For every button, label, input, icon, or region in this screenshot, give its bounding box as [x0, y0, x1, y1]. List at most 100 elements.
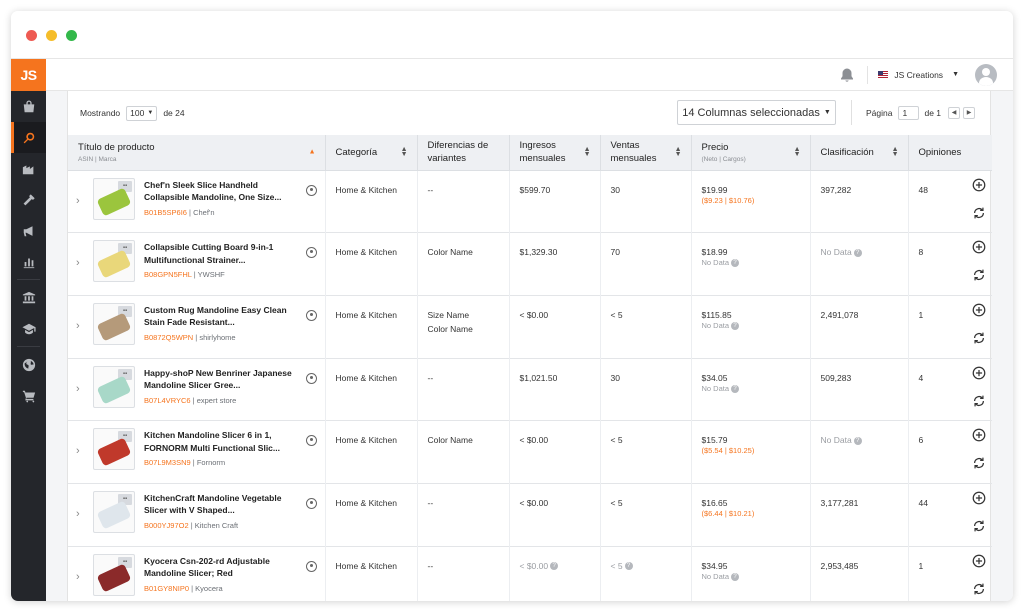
account-switcher[interactable]: JS Creations ▼ — [878, 70, 959, 80]
sidebar-item-megaphone[interactable] — [11, 215, 46, 246]
product-title[interactable]: Collapsible Cutting Board 9-in-1 Multifu… — [144, 241, 296, 266]
column-header-category[interactable]: Categoría ▲ ▼ — [325, 135, 418, 171]
next-page-button[interactable]: ▶ — [963, 106, 976, 119]
refresh-icon[interactable] — [972, 456, 986, 470]
maximize-window-button[interactable] — [66, 30, 77, 41]
product-title[interactable]: Kitchen Mandoline Slicer 6 in 1, FORNORM… — [144, 429, 296, 454]
product-thumbnail[interactable]: ▪▪ — [93, 240, 135, 283]
help-icon[interactable]: ? — [731, 259, 740, 268]
sidebar-item-academy[interactable] — [11, 282, 46, 313]
track-product-icon[interactable] — [305, 372, 317, 384]
column-header-variants[interactable]: Diferencias de variantes — [417, 135, 510, 171]
track-product-icon[interactable] — [305, 560, 317, 572]
track-product-icon[interactable] — [305, 184, 317, 196]
bell-icon[interactable] — [839, 67, 855, 83]
table-row[interactable]: › ▪▪ Kyocera Csn-202-rd Adjustable Mandoli… — [68, 546, 992, 601]
add-circle-icon[interactable] — [972, 178, 986, 192]
sidebar-item-globe[interactable] — [11, 349, 46, 380]
expand-row-chevron-icon[interactable]: › — [76, 508, 80, 520]
columns-select-button[interactable]: 14 Columnas seleccionadas ▼ — [677, 100, 836, 125]
column-header-revenue[interactable]: Ingresos mensuales ▲ ▼ — [509, 135, 601, 171]
prev-page-button[interactable]: ◀ — [948, 106, 961, 119]
product-thumbnail[interactable]: ▪▪ — [93, 365, 135, 408]
close-window-button[interactable] — [26, 30, 37, 41]
product-asin[interactable]: B0872Q5WPN — [144, 333, 193, 342]
refresh-icon[interactable] — [972, 206, 986, 220]
product-title[interactable]: Happy-shoP New Benriner Japanese Mandoli… — [144, 367, 296, 392]
reviews-cell: 6 — [918, 435, 924, 446]
product-title[interactable]: Custom Rug Mandoline Easy Clean Stain Fa… — [144, 304, 296, 329]
page-number-input[interactable]: 1 — [898, 105, 920, 120]
sidebar-item-analytics[interactable] — [11, 246, 46, 277]
rows-per-page-select[interactable]: 100 ▼ — [126, 105, 158, 121]
product-thumbnail[interactable]: ▪▪ — [93, 302, 135, 345]
expand-row-chevron-icon[interactable]: › — [76, 383, 80, 395]
product-title[interactable]: Chef'n Sleek Slice Handheld Collapsible … — [144, 179, 296, 204]
minimize-window-button[interactable] — [46, 30, 57, 41]
refresh-icon[interactable] — [972, 394, 986, 408]
product-title[interactable]: Kyocera Csn-202-rd Adjustable Mandoline … — [144, 555, 296, 580]
table-row[interactable]: › ▪▪ KitchenCraft Mandoline Vegetable Slic… — [68, 483, 992, 547]
column-header-reviews[interactable]: Opiniones — [908, 135, 965, 171]
product-asin[interactable]: B07L9M3SN9 — [144, 458, 191, 467]
help-icon[interactable]: ? — [853, 248, 862, 257]
revenue-cell: $1,329.30 — [509, 232, 601, 296]
track-product-icon[interactable] — [305, 309, 317, 321]
product-database-panel: Mostrando 100 ▼ de 24 14 Columnas selecc… — [67, 91, 992, 601]
product-thumbnail[interactable]: ▪▪ — [93, 177, 135, 220]
table-row[interactable]: › ▪▪ Chef'n Sleek Slice Handheld Collapsib… — [68, 170, 992, 233]
product-brand: Chef'n — [193, 207, 215, 217]
main-content: Mostrando 100 ▼ de 24 14 Columnas selecc… — [46, 91, 1013, 601]
refresh-icon[interactable] — [972, 268, 986, 282]
add-circle-icon[interactable] — [972, 366, 986, 380]
add-circle-icon[interactable] — [972, 491, 986, 505]
sidebar-item-supplier[interactable] — [11, 153, 46, 184]
column-header-sales[interactable]: Ventas mensuales ▲ ▼ — [600, 135, 692, 171]
help-icon[interactable]: ? — [624, 562, 633, 571]
help-icon[interactable]: ? — [853, 437, 862, 445]
sidebar-item-graduation[interactable] — [11, 313, 46, 344]
table-row[interactable]: › ▪▪ Collapsible Cutting Board 9-in-1 Mult… — [68, 232, 992, 296]
product-asin[interactable]: B07L4VRYC6 — [144, 396, 191, 405]
sidebar-item-tools[interactable] — [11, 184, 46, 215]
refresh-icon[interactable] — [972, 582, 986, 596]
track-product-icon[interactable] — [305, 435, 317, 447]
product-asin[interactable]: B000YJ97O2 — [144, 521, 189, 530]
track-product-icon[interactable] — [305, 497, 317, 509]
expand-row-chevron-icon[interactable]: › — [76, 257, 80, 269]
rank-cell: 397,282 — [810, 170, 909, 233]
table-row[interactable]: › ▪▪ Happy-shoP New Benriner Japanese Mand… — [68, 358, 992, 421]
table-row[interactable]: › ▪▪ Kitchen Mandoline Slicer 6 in 1, FORN… — [68, 420, 992, 484]
column-header-price[interactable]: Precio (Neto | Cargos) ▲ ▼ — [691, 135, 811, 171]
column-header-rank[interactable]: Clasificación ▲ ▼ — [810, 135, 909, 171]
product-thumbnail[interactable]: ▪▪ — [93, 490, 135, 533]
product-asin[interactable]: B01GY8NIP0 — [144, 584, 189, 593]
product-thumbnail[interactable]: ▪▪ — [93, 428, 135, 471]
help-icon[interactable]: ? — [550, 562, 559, 571]
help-icon[interactable]: ? — [731, 384, 740, 393]
expand-row-chevron-icon[interactable]: › — [76, 445, 80, 457]
product-thumbnail[interactable]: ▪▪ — [93, 553, 135, 596]
user-avatar[interactable] — [975, 63, 997, 86]
refresh-icon[interactable] — [972, 519, 986, 533]
expand-row-chevron-icon[interactable]: › — [76, 195, 80, 207]
add-circle-icon[interactable] — [972, 303, 986, 317]
add-circle-icon[interactable] — [972, 428, 986, 442]
help-icon[interactable]: ? — [731, 321, 740, 330]
expand-row-chevron-icon[interactable]: › — [76, 571, 80, 583]
sidebar-item-cart[interactable] — [11, 380, 46, 411]
sidebar-item-product-search[interactable] — [11, 122, 46, 153]
app-logo[interactable]: JS — [11, 59, 46, 91]
column-header-product[interactable]: Título de producto ASIN | Marca ▲ — [68, 135, 326, 171]
product-asin[interactable]: B01B5SP6I6 — [144, 208, 187, 217]
help-icon[interactable]: ? — [731, 572, 740, 581]
expand-row-chevron-icon[interactable]: › — [76, 320, 80, 332]
add-circle-icon[interactable] — [972, 240, 986, 254]
sidebar-item-store[interactable] — [11, 91, 46, 122]
product-asin[interactable]: B08GPN5FHL — [144, 270, 192, 279]
add-circle-icon[interactable] — [972, 554, 986, 568]
refresh-icon[interactable] — [972, 331, 986, 345]
product-title[interactable]: KitchenCraft Mandoline Vegetable Slicer … — [144, 492, 296, 517]
track-product-icon[interactable] — [305, 247, 317, 259]
table-row[interactable]: › ▪▪ Custom Rug Mandoline Easy Clean Stain… — [68, 295, 992, 359]
